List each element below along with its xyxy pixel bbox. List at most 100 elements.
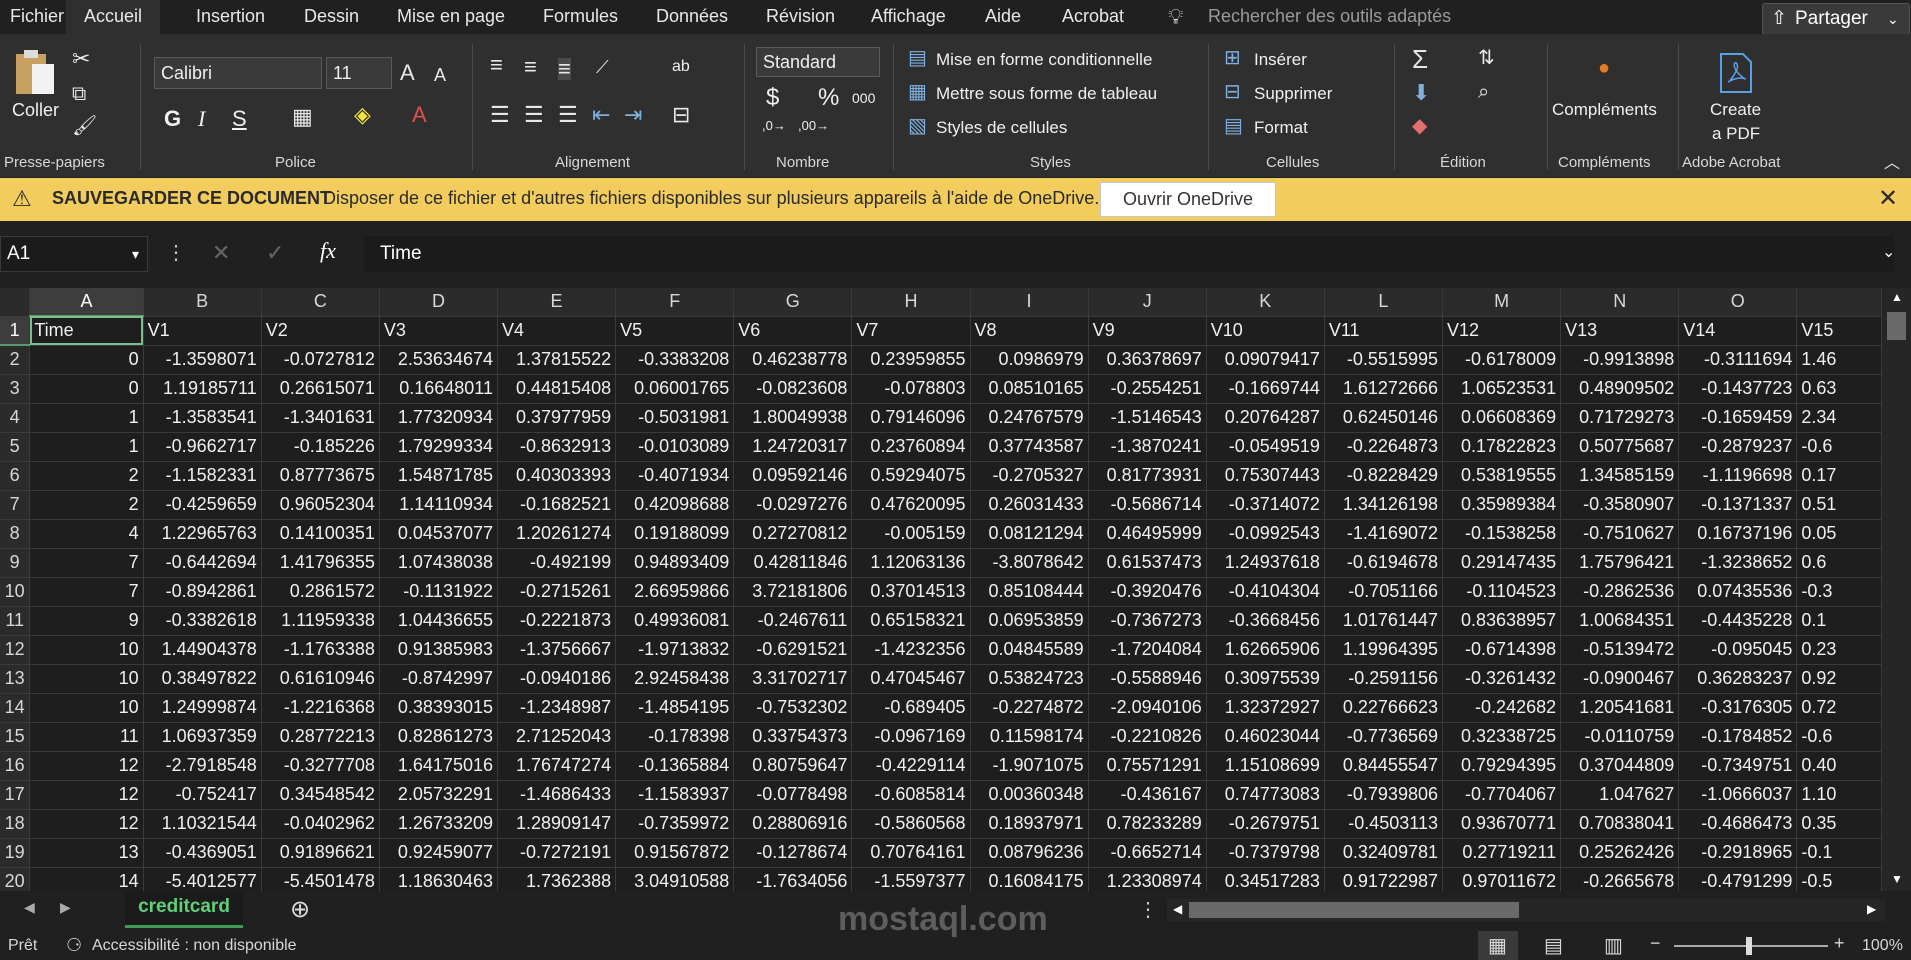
cell[interactable]: 0.61610946 — [261, 664, 380, 694]
cell[interactable]: 0.06001765 — [615, 374, 735, 404]
clear-icon[interactable]: ◆ — [1412, 116, 1427, 136]
cell[interactable]: -0.6178009 — [1442, 345, 1562, 375]
cell[interactable]: -0.3261432 — [1442, 664, 1562, 694]
horizontal-scrollbar[interactable]: ◀ ▶ — [1167, 899, 1885, 921]
cell[interactable]: 0.79294395 — [1442, 751, 1562, 781]
cell[interactable]: -0.0778498 — [733, 780, 853, 810]
cell[interactable]: 0.78233289 — [1088, 809, 1207, 839]
cell[interactable]: -0.3383208 — [615, 345, 735, 375]
collapse-ribbon-icon[interactable]: ︿ — [1884, 156, 1900, 172]
wrap-text-icon[interactable]: ab — [672, 58, 690, 76]
cell[interactable]: -1.4232356 — [851, 635, 971, 665]
cell[interactable]: -1.3756667 — [497, 635, 617, 665]
cell[interactable]: 0.0986979 — [970, 345, 1089, 375]
scroll-up-icon[interactable]: ▲ — [1891, 290, 1903, 304]
cell[interactable]: -0.5 — [1796, 867, 1882, 891]
fill-icon[interactable]: ⬇ — [1412, 82, 1430, 104]
tab-accueil[interactable]: Accueil — [66, 0, 161, 34]
cell[interactable]: -1.1763388 — [261, 635, 380, 665]
cell[interactable]: 1.24720317 — [733, 432, 853, 462]
cell[interactable]: -1.4169072 — [1324, 519, 1444, 549]
cell[interactable]: 0.08510165 — [970, 374, 1089, 404]
cell[interactable]: 1.10321544 — [143, 809, 262, 839]
cell[interactable]: -0.6 — [1796, 722, 1882, 752]
cell[interactable]: 1.22965763 — [143, 519, 262, 549]
decrease-font-icon[interactable]: A — [434, 66, 446, 84]
cell[interactable]: 0.35989384 — [1442, 490, 1562, 520]
cell[interactable]: -0.0823608 — [733, 374, 853, 404]
column-header[interactable]: C — [261, 288, 380, 317]
open-onedrive-button[interactable]: Ouvrir OneDrive — [1100, 182, 1276, 217]
cell[interactable]: 12 — [29, 780, 144, 810]
cell[interactable]: 0.63 — [1796, 374, 1882, 404]
row-header[interactable]: 8 — [0, 519, 31, 549]
cell[interactable]: 0.47045467 — [851, 664, 971, 694]
cell[interactable]: 0.28772213 — [261, 722, 380, 752]
cell[interactable]: -0.2274872 — [970, 693, 1089, 723]
cell[interactable]: 1.24999874 — [143, 693, 262, 723]
vertical-scrollbar[interactable]: ▲ ▼ — [1882, 288, 1911, 891]
row-header[interactable]: 5 — [0, 432, 31, 462]
cell[interactable]: 0.07435536 — [1678, 577, 1798, 607]
column-header[interactable]: B — [143, 288, 262, 317]
cell[interactable]: 1 — [29, 403, 144, 433]
column-header[interactable]: F — [615, 288, 735, 317]
align-right-icon[interactable]: ☰ — [558, 104, 578, 126]
cell[interactable]: 1.34126198 — [1324, 490, 1444, 520]
cell[interactable]: 0.34548542 — [261, 780, 380, 810]
cell[interactable]: -0.3277708 — [261, 751, 380, 781]
autosum-icon[interactable]: Σ — [1412, 46, 1428, 72]
cell[interactable]: -0.5860568 — [851, 809, 971, 839]
cell[interactable]: 0.87773675 — [261, 461, 380, 491]
cell[interactable]: 0 — [29, 345, 144, 375]
cell[interactable]: 0.93670771 — [1442, 809, 1562, 839]
row-header[interactable]: 19 — [0, 838, 31, 868]
cell[interactable]: V3 — [379, 316, 499, 346]
cell[interactable]: -0.7051166 — [1324, 577, 1444, 607]
cell[interactable]: -0.1131922 — [379, 577, 499, 607]
cell[interactable]: 10 — [29, 664, 144, 694]
cell[interactable]: 0.11598174 — [970, 722, 1089, 752]
row-header[interactable]: 9 — [0, 548, 31, 578]
cell[interactable]: 0.46023044 — [1206, 722, 1325, 752]
cell[interactable]: -1.9071075 — [970, 751, 1089, 781]
cell[interactable]: 2.66959866 — [615, 577, 735, 607]
cell[interactable]: 1.34585159 — [1560, 461, 1680, 491]
cell[interactable]: -0.7359972 — [615, 809, 735, 839]
column-header[interactable]: A — [29, 288, 144, 317]
cell[interactable]: -0.6291521 — [733, 635, 853, 665]
tab-affichage[interactable]: Affichage — [871, 0, 946, 34]
cell[interactable]: 2 — [29, 461, 144, 491]
cell[interactable]: -0.2715261 — [497, 577, 617, 607]
cell[interactable]: 1.75796421 — [1560, 548, 1680, 578]
font-name-select[interactable]: Calibri — [154, 57, 322, 89]
cell[interactable]: V2 — [261, 316, 380, 346]
column-header[interactable]: E — [497, 288, 617, 317]
cell[interactable]: 0.00360348 — [970, 780, 1089, 810]
cell[interactable]: V5 — [615, 316, 735, 346]
zoom-out-icon[interactable]: − — [1650, 933, 1661, 954]
cell[interactable]: 7 — [29, 577, 144, 607]
cell[interactable]: 0.37014513 — [851, 577, 971, 607]
cell[interactable]: 0.72 — [1796, 693, 1882, 723]
cell[interactable]: -0.5588946 — [1088, 664, 1207, 694]
function-icon[interactable]: fx — [320, 238, 336, 264]
cell[interactable]: -0.185226 — [261, 432, 380, 462]
orientation-icon[interactable]: ⟋ — [596, 58, 609, 76]
cell[interactable]: V8 — [970, 316, 1089, 346]
increase-decimal-icon[interactable]: ,0→ — [762, 118, 786, 133]
font-size-select[interactable]: 11 — [326, 57, 392, 89]
cell[interactable]: 1.41796355 — [261, 548, 380, 578]
cell[interactable]: Time — [29, 316, 144, 346]
cell[interactable]: 0.1 — [1796, 606, 1882, 636]
cell[interactable]: 2.71252043 — [497, 722, 617, 752]
cell[interactable]: 4 — [29, 519, 144, 549]
column-header[interactable]: O — [1678, 288, 1798, 317]
cell[interactable]: 0.04845589 — [970, 635, 1089, 665]
search-input[interactable]: Rechercher des outils adaptés — [1208, 0, 1451, 34]
cell[interactable]: 0.25262426 — [1560, 838, 1680, 868]
cell[interactable]: 0.71729273 — [1560, 403, 1680, 433]
cell[interactable]: -2.7918548 — [143, 751, 262, 781]
cell[interactable]: 0.59294075 — [851, 461, 971, 491]
cell[interactable]: -0.3580907 — [1560, 490, 1680, 520]
